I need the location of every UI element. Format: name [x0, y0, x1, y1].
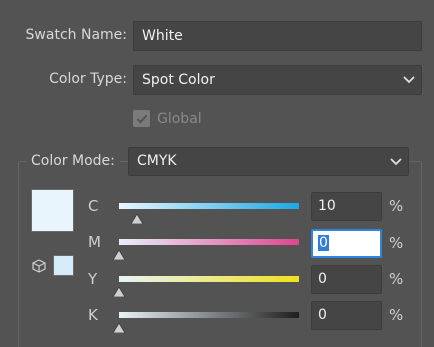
- color-type-value: Spot Color: [142, 72, 215, 88]
- black-unit: %: [389, 306, 404, 324]
- chevron-down-icon: [390, 148, 402, 175]
- cyan-label: C: [88, 197, 99, 215]
- chevron-down-icon: [403, 66, 415, 94]
- global-checkbox-row: Global: [133, 110, 202, 127]
- global-checkbox: [133, 110, 150, 127]
- black-label: K: [88, 306, 98, 324]
- color-mode-label: Color Mode:: [26, 149, 120, 173]
- black-slider-track[interactable]: [119, 312, 299, 318]
- yellow-label: Y: [88, 270, 98, 288]
- cyan-slider-thumb[interactable]: [130, 209, 144, 225]
- color-mode-select[interactable]: CMYK: [128, 147, 409, 176]
- cyan-value-input[interactable]: 10: [311, 192, 382, 221]
- yellow-slider-track[interactable]: [119, 276, 299, 282]
- swatch-name-input[interactable]: White: [133, 21, 422, 51]
- color-type-label: Color Type:: [49, 71, 127, 87]
- yellow-value-input[interactable]: 0: [311, 265, 382, 294]
- color-preview-swatch: [31, 189, 74, 232]
- yellow-slider-thumb[interactable]: [112, 282, 126, 298]
- color-mode-value: CMYK: [137, 153, 177, 169]
- web-safe-color-swatch[interactable]: [53, 255, 74, 276]
- magenta-unit: %: [389, 234, 404, 252]
- magenta-value-input[interactable]: 0: [311, 229, 382, 258]
- yellow-unit: %: [389, 270, 404, 288]
- black-value-input[interactable]: 0: [311, 301, 382, 330]
- cyan-unit: %: [389, 197, 404, 215]
- cyan-slider-track[interactable]: [119, 203, 299, 209]
- magenta-label: M: [88, 233, 101, 251]
- swatch-name-label: Swatch Name:: [25, 27, 127, 43]
- black-slider-thumb[interactable]: [112, 318, 126, 334]
- magenta-value-text: 0: [318, 235, 329, 251]
- global-label: Global: [157, 110, 202, 127]
- checkmark-icon: [136, 114, 147, 123]
- magenta-slider-track[interactable]: [119, 239, 299, 245]
- magenta-slider-thumb[interactable]: [112, 245, 126, 261]
- color-type-select[interactable]: Spot Color: [133, 65, 422, 95]
- out-of-web-gamut-icon[interactable]: [32, 258, 46, 273]
